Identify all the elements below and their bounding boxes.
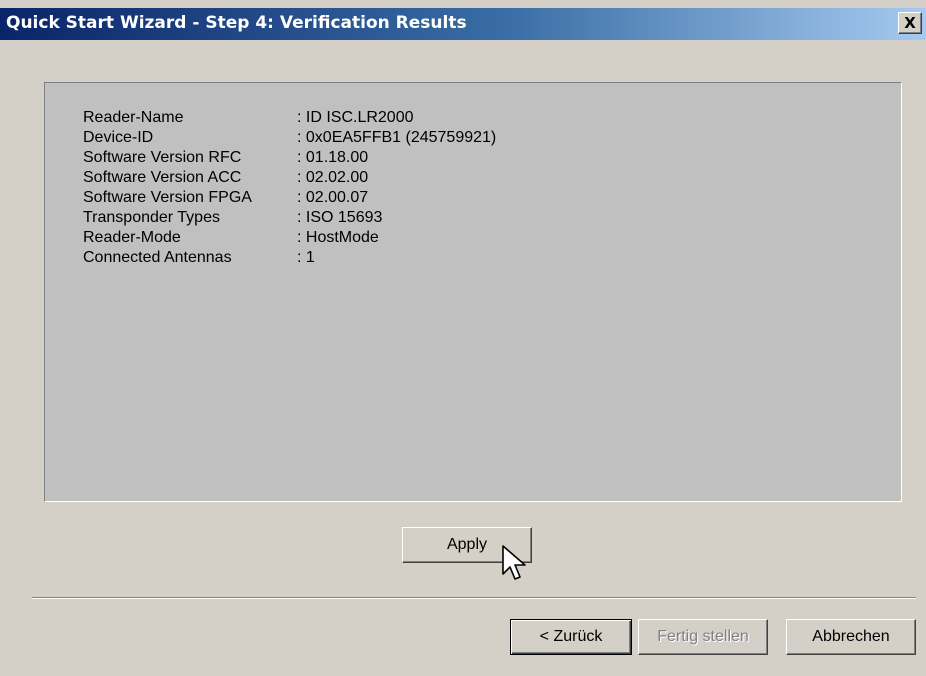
mouse-pointer-icon — [502, 545, 526, 580]
window-title: Quick Start Wizard - Step 4: Verificatio… — [6, 13, 467, 33]
result-label: Reader-Name — [83, 109, 184, 126]
result-label: Connected Antennas — [83, 249, 232, 266]
back-button[interactable]: < Zurück — [510, 619, 632, 655]
result-value: : 02.02.00 — [297, 169, 369, 186]
result-label: Device-ID — [83, 129, 154, 146]
title-bar[interactable]: Quick Start Wizard - Step 4: Verificatio… — [0, 8, 926, 40]
result-value: : 1 — [297, 249, 315, 266]
result-value: : 01.18.00 — [297, 149, 369, 166]
result-value: : HostMode — [297, 229, 379, 246]
verification-results-panel: Reader-Name : ID ISC.LR2000 Device-ID : … — [44, 82, 902, 502]
finish-button[interactable]: Fertig stellen — [638, 619, 768, 655]
result-label: Software Version ACC — [83, 169, 242, 186]
close-button[interactable]: X — [898, 12, 922, 34]
separator-line — [32, 597, 916, 599]
result-value: : ISO 15693 — [297, 209, 383, 226]
result-value: : ID ISC.LR2000 — [297, 109, 414, 126]
result-label: Reader-Mode — [83, 229, 181, 246]
cancel-button[interactable]: Abbrechen — [786, 619, 916, 655]
close-icon: X — [904, 14, 916, 32]
wizard-window: Quick Start Wizard - Step 4: Verificatio… — [0, 0, 926, 676]
result-label: Software Version FPGA — [83, 189, 252, 206]
result-value: : 02.00.07 — [297, 189, 369, 206]
result-value: : 0x0EA5FFB1 (245759921) — [297, 129, 497, 146]
result-label: Software Version RFC — [83, 149, 242, 166]
result-label: Transponder Types — [83, 209, 220, 226]
